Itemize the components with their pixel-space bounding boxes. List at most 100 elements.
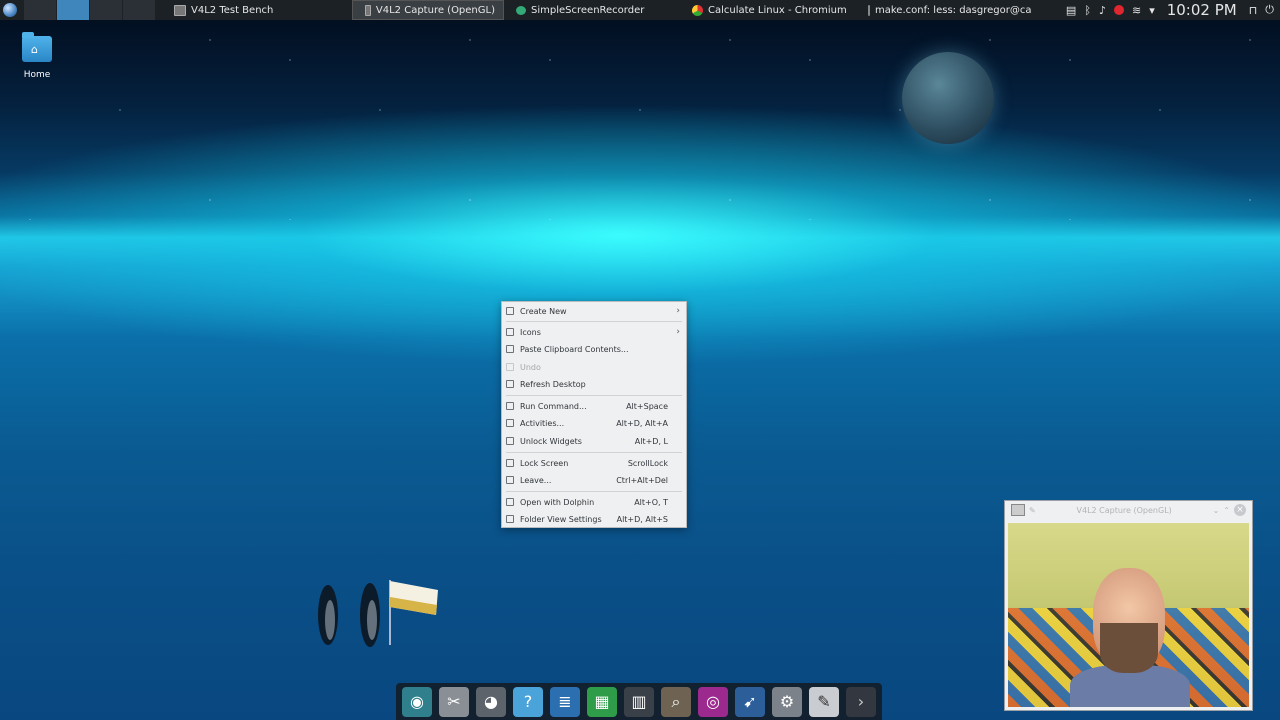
text-editor-icon[interactable]: ✎ [809, 686, 839, 717]
minimize-icon[interactable]: ⌄ [1213, 506, 1220, 515]
shortcut: Alt+D, Alt+S [616, 514, 668, 524]
app-launcher-dock-icon[interactable]: ◉ [402, 686, 432, 717]
eye-icon[interactable]: ◎ [698, 686, 728, 717]
tools-icon[interactable]: ⚙ [772, 686, 802, 717]
menu-item-refresh-desktop[interactable]: Refresh Desktop [502, 376, 686, 392]
window-title: V4L2 Capture (OpenGL) [1076, 505, 1172, 515]
spreadsheet-icon[interactable]: ▦ [587, 686, 617, 717]
activities-icon [506, 419, 514, 427]
penguins-wallpaper-art [318, 580, 438, 647]
network-icon[interactable]: ≋ [1132, 4, 1141, 17]
icons-icon [506, 328, 514, 336]
window-menu-icon[interactable] [1011, 504, 1025, 516]
shortcut: Ctrl+Alt+Del [616, 475, 668, 485]
writer-icon[interactable]: ≣ [550, 686, 580, 717]
bluetooth-icon[interactable]: ᛒ [1084, 4, 1091, 17]
shortcut: Alt+O, T [634, 497, 668, 507]
menu-item-run-command[interactable]: Run Command... Alt+Space [502, 398, 686, 414]
task-title: make.conf: less: dasgregor@calcu [875, 4, 1032, 16]
task-chromium[interactable]: Calculate Linux - Chromium [680, 0, 856, 20]
browser-icon[interactable]: ➹ [735, 686, 765, 717]
menu-item-unlock-widgets[interactable]: Unlock Widgets Alt+D, L [502, 433, 686, 449]
terminal-icon [868, 4, 870, 16]
menu-item-folder-view-settings[interactable]: Folder View Settings Alt+D, Alt+S [502, 511, 686, 527]
menu-separator [506, 395, 682, 396]
system-tray: ▤ ᛒ ♪ ≋ ▾ 10:02 PM ⊓ ⏻ [1066, 0, 1280, 20]
task-terminal[interactable]: make.conf: less: dasgregor@calcu [856, 0, 1032, 20]
window-titlebar[interactable]: ✎ V4L2 Capture (OpenGL) ⌄ ⌃ × [1005, 501, 1252, 519]
run-command-icon [506, 402, 514, 410]
task-title: SimpleScreenRecorder [531, 4, 645, 16]
task-title: V4L2 Capture (OpenGL) [375, 4, 495, 16]
help-icon[interactable]: ? [513, 686, 543, 717]
menu-separator [506, 491, 682, 492]
planet [902, 52, 994, 144]
menu-item-icons[interactable]: Icons › [502, 324, 686, 340]
shortcut: Alt+D, Alt+A [616, 418, 668, 428]
bottom-dock: ◉ ✂ ◕ ? ≣ ▦ ▥ ⌕ ◎ ➹ ⚙ ✎ › [396, 683, 882, 720]
menu-item-undo: Undo [502, 359, 686, 375]
chevron-right-icon[interactable]: › [846, 686, 876, 717]
starfield [0, 20, 1280, 220]
webcam-capture-window[interactable]: ✎ V4L2 Capture (OpenGL) ⌄ ⌃ × [1004, 500, 1253, 711]
menu-separator [506, 321, 682, 322]
menu-item-lock-screen[interactable]: Lock Screen ScrollLock [502, 455, 686, 471]
submenu-arrow-icon: › [676, 327, 680, 337]
window-icon [174, 4, 186, 16]
unlock-icon [506, 437, 514, 445]
task-v4l2-test-bench[interactable]: V4L2 Test Bench [162, 0, 352, 20]
webcam-video-feed [1008, 523, 1249, 707]
menu-item-paste[interactable]: Paste Clipboard Contents... [502, 341, 686, 357]
refresh-icon [506, 380, 514, 388]
task-title: Calculate Linux - Chromium [708, 4, 847, 16]
pager-desktop-3[interactable] [90, 0, 123, 20]
menu-item-activities[interactable]: Activities... Alt+D, Alt+A [502, 415, 686, 431]
submenu-arrow-icon: › [676, 306, 680, 316]
tray-expand-icon[interactable]: ▾ [1149, 4, 1155, 17]
search-icon[interactable]: ⌕ [661, 686, 691, 717]
settings-icon [506, 515, 514, 523]
close-icon[interactable]: × [1234, 504, 1246, 516]
pager-desktop-4[interactable] [123, 0, 156, 20]
record-icon[interactable] [1113, 5, 1124, 15]
menu-separator [506, 452, 682, 453]
ssr-icon [516, 5, 526, 15]
power-icon[interactable]: ⏻ [1265, 3, 1274, 17]
launcher-icon [3, 3, 17, 17]
task-simplescreenrecorder[interactable]: SimpleScreenRecorder [504, 0, 680, 20]
leave-icon [506, 476, 514, 484]
desktop-home-icon[interactable]: ⌂ Home [14, 32, 60, 80]
clock[interactable]: 10:02 PM [1167, 1, 1237, 19]
task-v4l2-capture[interactable]: V4L2 Capture (OpenGL) [352, 0, 504, 20]
task-title: V4L2 Test Bench [191, 4, 274, 16]
pager-desktop-1[interactable] [24, 0, 57, 20]
lock-icon[interactable]: ⊓ [1249, 4, 1258, 17]
screenshot-icon[interactable]: ✂ [439, 686, 469, 717]
shortcut: ScrollLock [627, 458, 668, 468]
pin-icon[interactable]: ✎ [1029, 506, 1036, 515]
calculator-icon[interactable]: ▥ [624, 686, 654, 717]
maximize-icon[interactable]: ⌃ [1223, 506, 1230, 515]
volume-icon[interactable]: ♪ [1099, 4, 1106, 17]
paste-icon [506, 345, 514, 353]
pager-desktop-2[interactable] [57, 0, 90, 20]
application-launcher[interactable] [0, 0, 20, 20]
desktop-context-menu: Create New › Icons › Paste Clipboard Con… [501, 301, 687, 528]
undo-icon [506, 363, 514, 371]
create-new-icon [506, 307, 514, 315]
dolphin-icon [506, 498, 514, 506]
menu-item-leave[interactable]: Leave... Ctrl+Alt+Del [502, 472, 686, 488]
shortcut: Alt+Space [626, 401, 668, 411]
desktop-pager [24, 0, 156, 20]
video-person-beard [1100, 623, 1158, 673]
shortcut: Alt+D, L [634, 436, 668, 446]
menu-item-create-new[interactable]: Create New › [502, 303, 686, 319]
window-icon [365, 4, 371, 16]
folder-icon: ⌂ [22, 32, 52, 62]
lock-screen-icon [506, 459, 514, 467]
home-label: Home [23, 70, 51, 80]
task-manager: V4L2 Test Bench V4L2 Capture (OpenGL) Si… [162, 0, 1032, 20]
menu-item-open-with-dolphin[interactable]: Open with Dolphin Alt+O, T [502, 494, 686, 510]
camera-icon[interactable]: ◕ [476, 686, 506, 717]
clipboard-icon[interactable]: ▤ [1066, 4, 1076, 17]
